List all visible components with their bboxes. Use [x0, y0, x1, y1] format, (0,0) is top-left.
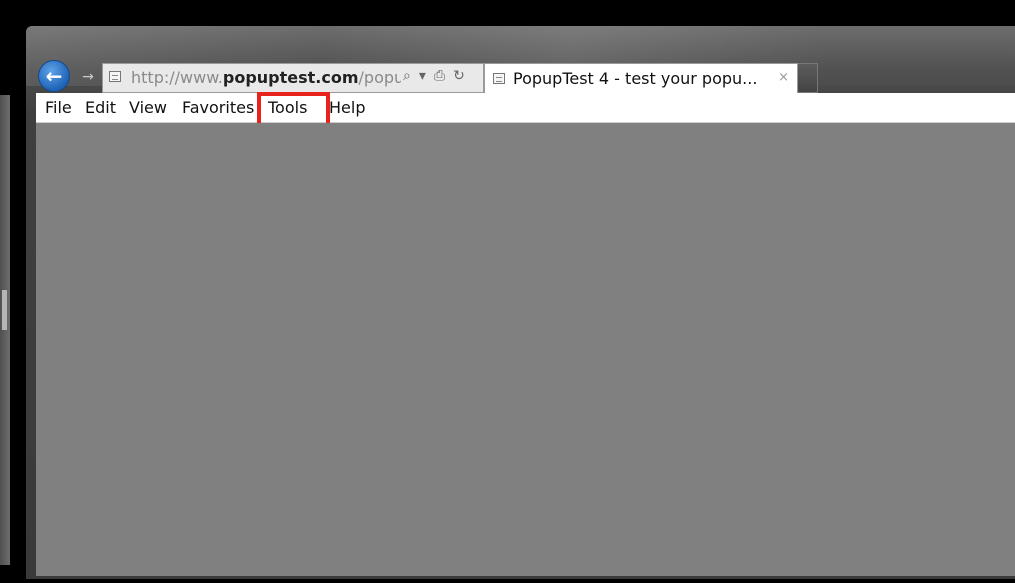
- compatibility-view-icon[interactable]: ⎙: [434, 68, 445, 84]
- menu-bar: File Edit View Favorites Tools Help: [36, 93, 1015, 123]
- menu-item-edit[interactable]: Edit: [85, 98, 116, 117]
- menu-item-view[interactable]: View: [129, 98, 167, 117]
- refresh-icon[interactable]: ↻: [453, 68, 465, 84]
- back-button[interactable]: ←: [38, 60, 70, 92]
- address-bar[interactable]: http://www.popuptest.com/popu ⌕ ▾ ⎙ ↻: [102, 63, 484, 93]
- search-icon[interactable]: ⌕: [403, 68, 411, 84]
- new-tab-button[interactable]: [798, 63, 818, 93]
- chevron-down-icon[interactable]: ▾: [419, 68, 426, 84]
- menu-item-help[interactable]: Help: [329, 98, 365, 117]
- url-suffix: /popu: [358, 68, 401, 87]
- address-url[interactable]: http://www.popuptest.com/popu: [131, 68, 401, 87]
- menu-item-favorites[interactable]: Favorites: [182, 98, 254, 117]
- window-left-edge: [0, 95, 10, 565]
- browser-tab[interactable]: PopupTest 4 - test your popu... ×: [484, 63, 798, 93]
- forward-button[interactable]: →: [78, 67, 98, 87]
- tab-title: PopupTest 4 - test your popu...: [513, 69, 758, 88]
- forward-arrow-icon: →: [82, 69, 94, 85]
- back-arrow-icon: ←: [45, 64, 63, 88]
- url-domain: popuptest.com: [222, 68, 359, 87]
- resize-handle[interactable]: [2, 290, 7, 330]
- tab-page-icon: [493, 73, 505, 84]
- menu-item-file[interactable]: File: [45, 98, 72, 117]
- address-bar-icons: ⌕ ▾ ⎙ ↻: [403, 68, 473, 88]
- close-icon[interactable]: ×: [778, 70, 789, 85]
- url-prefix: http://www.: [131, 68, 223, 87]
- page-content-area[interactable]: [36, 123, 1015, 576]
- page-icon: [109, 71, 121, 82]
